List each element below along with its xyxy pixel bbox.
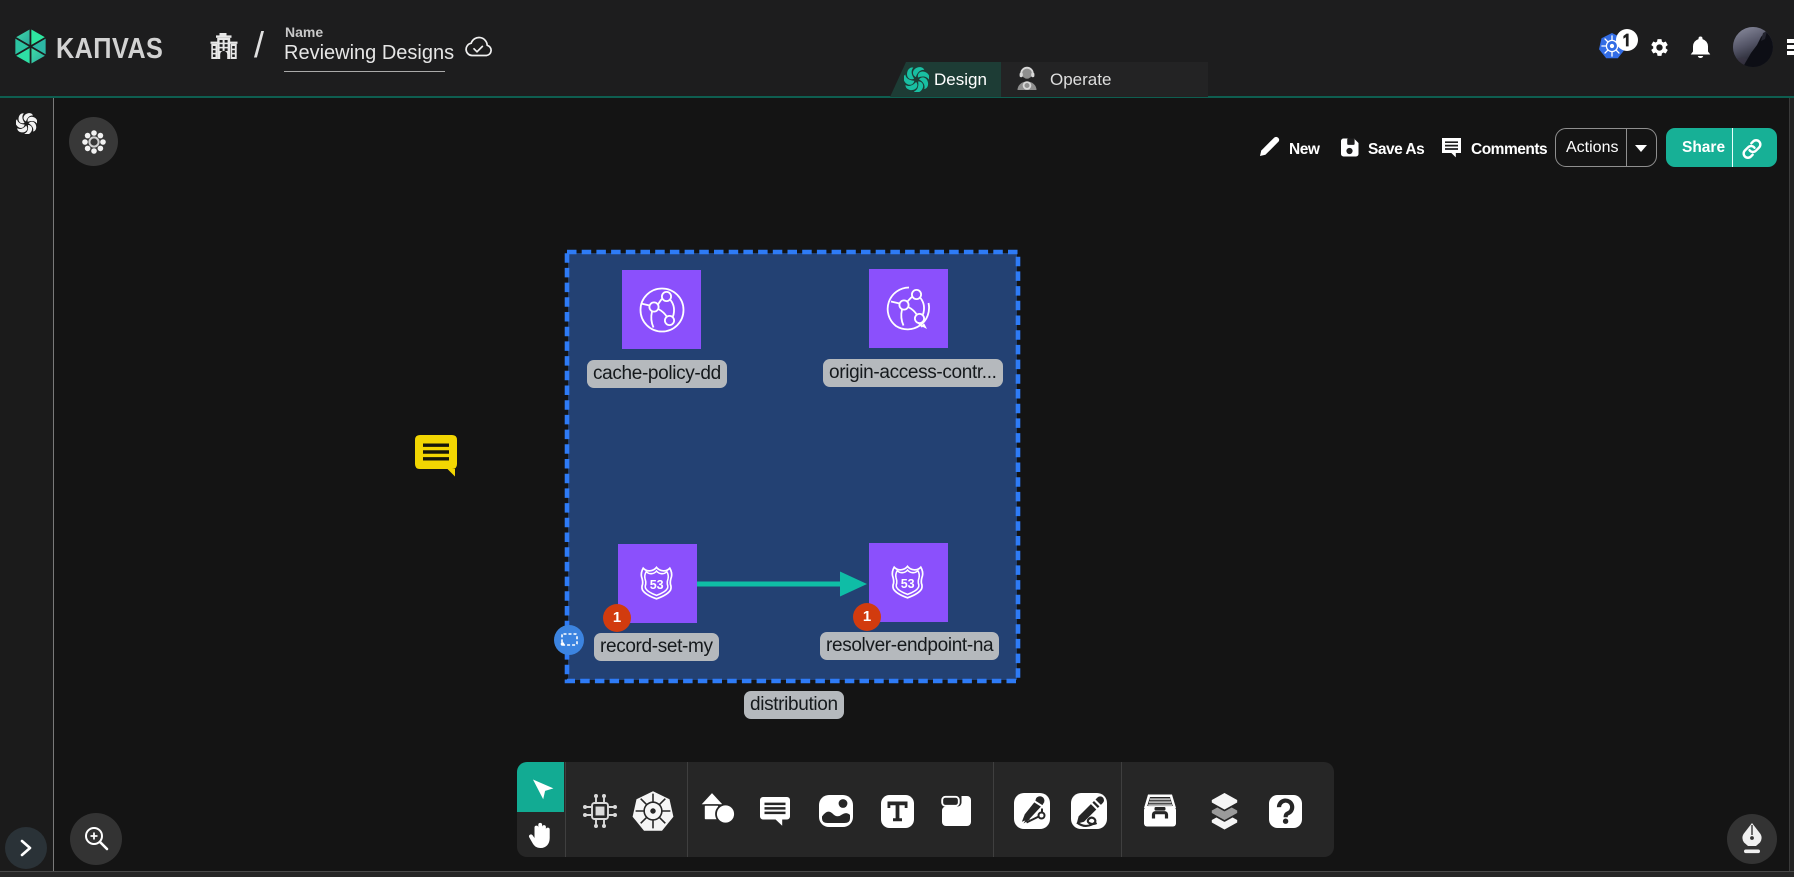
svg-text:53: 53 <box>901 577 915 591</box>
svg-text:53: 53 <box>650 578 664 592</box>
